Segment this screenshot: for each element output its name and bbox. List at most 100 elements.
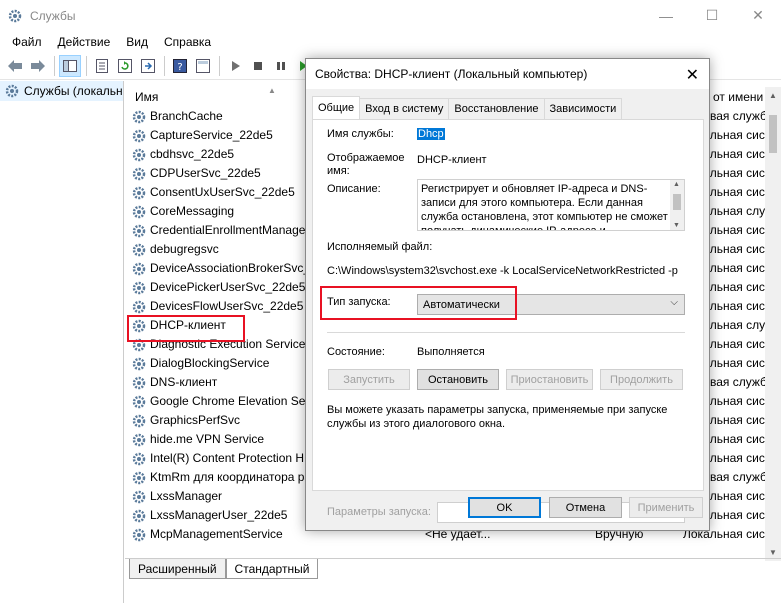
gear-icon [131, 147, 147, 163]
pause-button[interactable]: Приостановить [506, 369, 593, 390]
menu-action[interactable]: Действие [50, 35, 119, 49]
scroll-up-icon[interactable]: ▲ [769, 91, 777, 100]
service-name: ConsentUxUserSvc_22de5 [150, 185, 295, 199]
description-scrollbar[interactable]: ▲ ▼ [670, 180, 684, 230]
service-name: DNS-клиент [150, 375, 218, 389]
service-name: GraphicsPerfSvc [150, 413, 241, 427]
service-name: BranchCache [150, 109, 223, 123]
gear-icon [131, 375, 147, 391]
service-name: Google Chrome Elevation Serv [150, 394, 316, 408]
service-name: Intel(R) Content Protection HI [150, 451, 308, 465]
scroll-up-icon[interactable]: ▲ [673, 181, 680, 188]
properties-sheet-icon[interactable] [91, 55, 113, 77]
toolbar-separator [219, 56, 220, 76]
service-name: KtmRm для координатора ра [150, 470, 312, 484]
tab-extended[interactable]: Расширенный [129, 559, 226, 579]
service-name: CaptureService_22de5 [150, 128, 273, 142]
tab-general[interactable]: Общие [312, 96, 361, 119]
column-logon-header[interactable]: от имени [713, 90, 763, 104]
view-tabs: Расширенный Стандартный [125, 558, 781, 580]
stop-icon[interactable] [247, 55, 269, 77]
menu-bar: Файл Действие Вид Справка [0, 31, 781, 53]
service-name: DevicesFlowUserSvc_22de5 [150, 299, 304, 313]
dialog-close-icon[interactable]: ✕ [686, 65, 699, 85]
console-window-icon[interactable] [192, 55, 214, 77]
pause-icon[interactable] [270, 55, 292, 77]
gear-icon [131, 394, 147, 410]
tab-dependencies[interactable]: Зависимости [543, 98, 623, 119]
chevron-down-icon: ⌵ [670, 297, 678, 308]
apply-button[interactable]: Применить [629, 497, 703, 518]
gear-icon [131, 128, 147, 144]
export-list-icon[interactable] [137, 55, 159, 77]
service-name: DialogBlockingService [150, 356, 270, 370]
stop-button[interactable]: Остановить [417, 369, 499, 390]
service-name: debugregsvc [150, 242, 219, 256]
column-name-header[interactable]: Имя [135, 90, 158, 104]
refresh-icon[interactable] [114, 55, 136, 77]
minimize-button[interactable]: — [643, 0, 689, 31]
gear-icon [131, 413, 147, 429]
ok-button[interactable]: OK [468, 497, 541, 518]
tree-item-services-local[interactable]: Службы (локальные) [0, 81, 123, 101]
tab-standard[interactable]: Стандартный [225, 559, 319, 579]
gear-icon [131, 261, 147, 277]
tree-item-label: Службы (локальные) [24, 84, 123, 98]
play-icon[interactable] [224, 55, 246, 77]
menu-view[interactable]: Вид [118, 35, 156, 49]
toolbar-separator [164, 56, 165, 76]
description-box[interactable]: Регистрирует и обновляет IP-адреса и DNS… [417, 179, 685, 231]
gear-icon [131, 242, 147, 258]
service-name-value[interactable]: Dhcp [417, 128, 445, 140]
exe-label: Исполняемый файл: [327, 241, 433, 253]
dialog-tabs: Общие Вход в систему Восстановление Зави… [312, 96, 623, 119]
scroll-thumb[interactable] [769, 115, 777, 153]
scroll-thumb[interactable] [673, 194, 681, 210]
status-value: Выполняется [417, 346, 485, 358]
gear-icon [131, 166, 147, 182]
highlight-box-startup-type [320, 286, 517, 320]
gear-icon [131, 185, 147, 201]
description-text: Регистрирует и обновляет IP-адреса и DNS… [421, 183, 668, 231]
startup-params-label: Параметры запуска: [327, 506, 431, 518]
gear-icon [131, 470, 147, 486]
svg-text:?: ? [177, 62, 182, 73]
service-name: McpManagementService [150, 527, 283, 541]
gear-icon [4, 83, 20, 99]
back-arrow-icon[interactable] [4, 55, 26, 77]
show-tree-icon[interactable] [59, 55, 81, 77]
display-name-value[interactable]: DHCP-клиент [417, 154, 487, 166]
gear-icon [131, 451, 147, 467]
menu-file[interactable]: Файл [4, 35, 50, 49]
service-name: DevicePickerUserSvc_22de5 [150, 280, 306, 294]
status-label: Состояние: [327, 346, 385, 358]
start-button[interactable]: Запустить [328, 369, 410, 390]
service-name: CDPUserSvc_22de5 [150, 166, 261, 180]
service-name: CredentialEnrollmentManage [150, 223, 306, 237]
service-name-label: Имя службы: [327, 128, 394, 140]
menu-help[interactable]: Справка [156, 35, 219, 49]
service-name: LxssManager [150, 489, 223, 503]
sort-ascending-icon: ▲ [268, 86, 276, 95]
list-scrollbar[interactable]: ▲ ▼ [765, 87, 781, 561]
cancel-button[interactable]: Отмена [549, 497, 622, 518]
gear-icon [131, 299, 147, 315]
dialog-title: Свойства: DHCP-клиент (Локальный компьют… [315, 67, 588, 81]
gear-icon [131, 204, 147, 220]
description-label: Описание: [327, 183, 381, 195]
display-name-label-2: имя: [327, 165, 350, 177]
gear-icon [131, 223, 147, 239]
resume-button[interactable]: Продолжить [600, 369, 683, 390]
help-icon[interactable]: ? [169, 55, 191, 77]
tab-logon[interactable]: Вход в систему [359, 98, 450, 119]
tab-recovery[interactable]: Восстановление [448, 98, 545, 119]
window-titlebar: Службы — ☐ ✕ [0, 0, 781, 31]
close-button[interactable]: ✕ [735, 0, 781, 31]
maximize-button[interactable]: ☐ [689, 0, 735, 31]
scroll-down-icon[interactable]: ▼ [673, 222, 680, 229]
gear-icon [131, 489, 147, 505]
gear-icon [131, 527, 147, 543]
exe-path[interactable]: C:\Windows\system32\svchost.exe -k Local… [327, 265, 678, 277]
scroll-down-icon[interactable]: ▼ [769, 548, 777, 557]
forward-arrow-icon[interactable] [27, 55, 49, 77]
